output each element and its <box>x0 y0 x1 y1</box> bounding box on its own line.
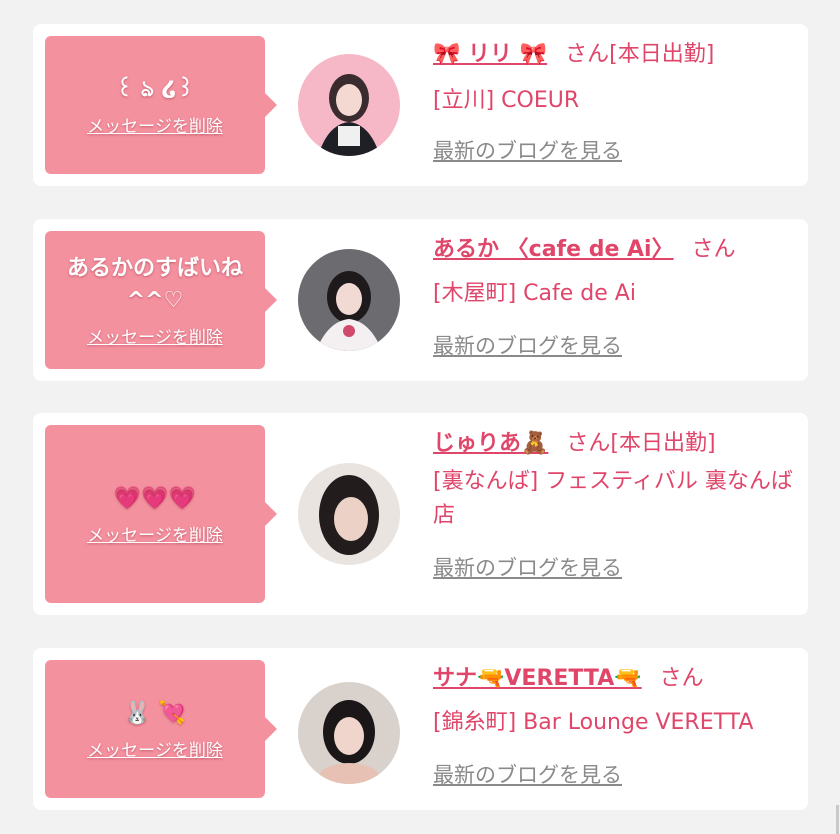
message-card: ꒰ ঌ ໒꒱ メッセージを削除 🎀 リリ 🎀 さん[本日出勤] [立川] COEU… <box>33 24 808 186</box>
name-line: 🎀 リリ 🎀 さん[本日出勤] <box>433 38 794 72</box>
message-text: 🐰 💘 <box>123 700 187 726</box>
delete-message-link[interactable]: メッセージを削除 <box>87 112 223 137</box>
name-suffix: さん <box>659 666 704 691</box>
cast-name-link[interactable]: じゅりあ🧸 <box>433 431 548 456</box>
cast-info: 🎀 リリ 🎀 さん[本日出勤] [立川] COEUR 最新のブログを見る <box>433 38 794 166</box>
shop-name: [裏なんば] フェスティバル 裏なんば店 <box>433 469 793 528</box>
message-bubble: ꒰ ঌ ໒꒱ メッセージを削除 <box>45 36 277 174</box>
message-card: 🐰 💘 メッセージを削除 サナ🔫VERETTA🔫 さん [錦糸町] Bar Lou… <box>33 648 808 810</box>
cast-info: あるか 〈cafe de Ai〉 さん [木屋町] Cafe de Ai 最新のブ… <box>433 233 794 361</box>
shop-name: [立川] COEUR <box>433 88 580 113</box>
cast-name-link[interactable]: 🎀 リリ 🎀 <box>433 42 547 67</box>
message-text: あるかのすばいね^^♡ <box>66 255 243 313</box>
latest-blog-link[interactable]: 最新のブログを見る <box>433 553 794 583</box>
shop-name: [木屋町] Cafe de Ai <box>433 281 636 306</box>
name-line: サナ🔫VERETTA🔫 さん <box>433 662 794 696</box>
cast-name-link[interactable]: あるか 〈cafe de Ai〉 <box>433 237 674 262</box>
message-card: 💗💗💗 メッセージを削除 じゅりあ🧸 さん[本日出勤] [裏なんば] フェスティバ… <box>33 413 808 615</box>
latest-blog-link[interactable]: 最新のブログを見る <box>433 136 794 166</box>
avatar[interactable] <box>298 249 400 351</box>
cast-info: じゅりあ🧸 さん[本日出勤] [裏なんば] フェスティバル 裏なんば店 最新のブロ… <box>433 427 794 583</box>
message-bubble: 🐰 💘 メッセージを削除 <box>45 660 277 798</box>
avatar[interactable] <box>298 463 400 565</box>
latest-blog-link[interactable]: 最新のブログを見る <box>433 760 794 790</box>
avatar[interactable] <box>298 54 400 156</box>
name-line: あるか 〈cafe de Ai〉 さん <box>433 233 794 267</box>
cast-name-link[interactable]: サナ🔫VERETTA🔫 <box>433 666 642 691</box>
delete-message-link[interactable]: メッセージを削除 <box>87 736 223 761</box>
name-line: じゅりあ🧸 さん[本日出勤] <box>433 427 794 461</box>
message-bubble: 💗💗💗 メッセージを削除 <box>45 425 277 603</box>
message-text: 💗💗💗 <box>113 485 197 511</box>
latest-blog-link[interactable]: 最新のブログを見る <box>433 331 794 361</box>
delete-message-link[interactable]: メッセージを削除 <box>87 521 223 546</box>
name-suffix: さん <box>691 237 736 262</box>
name-suffix: さん[本日出勤] <box>565 42 715 67</box>
message-text: ꒰ ঌ ໒꒱ <box>115 76 195 102</box>
message-bubble: あるかのすばいね^^♡ メッセージを削除 <box>45 231 277 369</box>
avatar[interactable] <box>298 682 400 784</box>
message-card: あるかのすばいね^^♡ メッセージを削除 あるか 〈cafe de Ai〉 さん … <box>33 219 808 381</box>
name-suffix: さん[本日出勤] <box>566 431 716 456</box>
cast-info: サナ🔫VERETTA🔫 さん [錦糸町] Bar Lounge VERETTA 最… <box>433 662 794 790</box>
scrollbar[interactable] <box>836 805 839 834</box>
shop-name: [錦糸町] Bar Lounge VERETTA <box>433 710 754 735</box>
delete-message-link[interactable]: メッセージを削除 <box>87 323 223 348</box>
